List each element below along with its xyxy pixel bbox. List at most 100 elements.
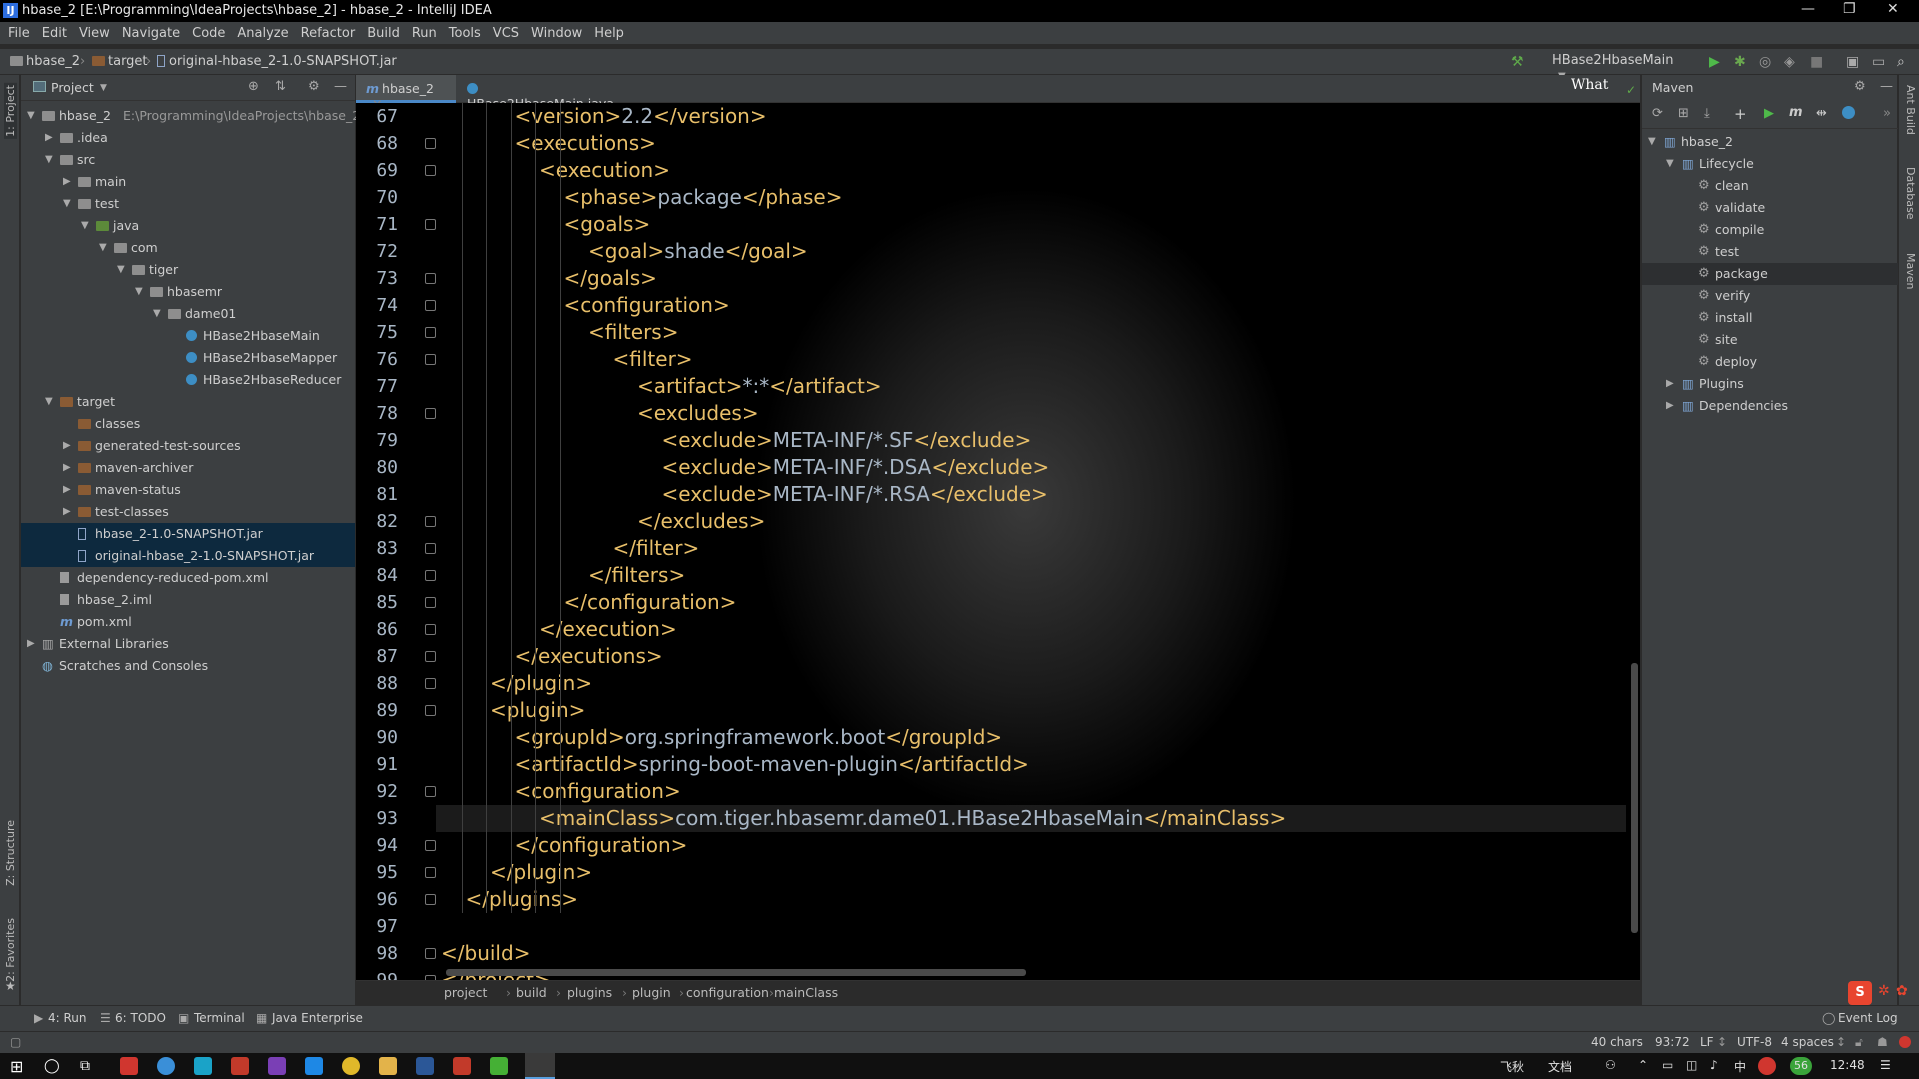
taskbar-chrome-icon[interactable] bbox=[342, 1057, 360, 1075]
tray-people-icon[interactable]: ⚇ bbox=[1605, 1058, 1616, 1072]
code-line[interactable]: </plugin> bbox=[490, 860, 592, 884]
terminal-tool-button[interactable]: Terminal bbox=[194, 1011, 245, 1025]
project-tree-item[interactable]: ▶ generated-test-sources bbox=[21, 435, 355, 457]
taskbar-app-icon[interactable] bbox=[194, 1057, 212, 1075]
code-line[interactable]: <mainClass>com.tiger.hbasemr.dame01.HBas… bbox=[539, 806, 1286, 830]
fold-marker-icon[interactable] bbox=[425, 300, 436, 311]
code-line[interactable]: </plugins> bbox=[466, 887, 579, 911]
nav-crumb-target[interactable]: target bbox=[92, 54, 148, 69]
chevron-down-icon[interactable]: ▼ bbox=[153, 308, 161, 319]
code-line[interactable]: </filters> bbox=[588, 563, 685, 587]
search-icon[interactable]: ⌕ bbox=[1897, 54, 1905, 70]
nav-crumb-jar[interactable]: original-hbase_2-1.0-SNAPSHOT.jar bbox=[157, 54, 397, 69]
tray-badge[interactable]: 56 bbox=[1790, 1057, 1812, 1075]
fold-marker-icon[interactable] bbox=[425, 840, 436, 851]
project-tree-item[interactable]: ◍ Scratches and Consoles bbox=[21, 655, 355, 677]
fold-marker-icon[interactable] bbox=[425, 570, 436, 581]
chevron-down-icon[interactable]: ▼ bbox=[27, 110, 35, 121]
tray-volume-icon[interactable]: ♪ bbox=[1710, 1058, 1718, 1072]
reload-icon[interactable]: ⟳ bbox=[1652, 106, 1663, 121]
menu-window[interactable]: Window bbox=[531, 26, 582, 41]
coverage-icon[interactable]: ◎ bbox=[1759, 54, 1771, 70]
project-tree-item[interactable]: hbase_2-1.0-SNAPSHOT.jar bbox=[21, 523, 355, 545]
hide-panel-icon[interactable]: — bbox=[1880, 79, 1893, 94]
chevron-down-icon[interactable]: ▼ bbox=[1666, 158, 1674, 169]
project-tree-item[interactable]: HBase2HbaseMain bbox=[21, 325, 355, 347]
ant-build-tool-button[interactable]: Ant Build bbox=[1904, 85, 1917, 135]
code-line[interactable]: </plugin> bbox=[490, 671, 592, 695]
debug-bug-icon[interactable]: ✱ bbox=[1734, 54, 1746, 70]
fold-marker-icon[interactable] bbox=[425, 516, 436, 527]
event-log-button[interactable]: Event Log bbox=[1838, 1011, 1898, 1025]
code-line[interactable]: <configuration> bbox=[564, 293, 730, 317]
maven-tree-item[interactable]: ▶ ▥ Dependencies bbox=[1642, 395, 1898, 417]
project-tree-item[interactable]: ▼ com bbox=[21, 237, 355, 259]
todo-tool-button[interactable]: 6: TODO bbox=[115, 1011, 166, 1025]
taskbar-wechat-icon[interactable] bbox=[490, 1057, 508, 1075]
chevron-down-icon[interactable]: ▼ bbox=[135, 286, 143, 297]
project-tree-item[interactable]: ▶ maven-status bbox=[21, 479, 355, 501]
project-tree-item[interactable]: dependency-reduced-pom.xml bbox=[21, 567, 355, 589]
breadcrumb-plugin[interactable]: plugin bbox=[632, 985, 671, 1000]
code-line[interactable]: </build> bbox=[441, 941, 530, 965]
chevron-down-icon[interactable]: ▼ bbox=[99, 242, 107, 253]
maven-tree-item[interactable]: ▼ ▥ hbase_2 bbox=[1642, 131, 1898, 153]
maven-tree-item[interactable]: ⚙ clean bbox=[1642, 175, 1898, 197]
project-tree-item[interactable]: ▼ hbasemr bbox=[21, 281, 355, 303]
toggle-offline-icon[interactable]: ⇹ bbox=[1816, 106, 1827, 121]
add-icon[interactable]: + bbox=[1734, 105, 1747, 123]
horizontal-scrollbar[interactable] bbox=[446, 969, 1026, 976]
minimize-icon[interactable]: — bbox=[1801, 1, 1815, 17]
tray-battery-icon[interactable]: ▭ bbox=[1662, 1058, 1673, 1072]
editor-tab-main-java[interactable]: HBase2HbaseMain.java × bbox=[457, 75, 633, 126]
maven-tool-button[interactable]: Maven bbox=[1904, 253, 1917, 289]
maven-tree-item[interactable]: ⚙ compile bbox=[1642, 219, 1898, 241]
locate-icon[interactable]: ⊕ bbox=[248, 79, 259, 94]
project-tree-item[interactable]: original-hbase_2-1.0-SNAPSHOT.jar bbox=[21, 545, 355, 567]
execute-goal-icon[interactable]: m bbox=[1789, 105, 1803, 120]
breadcrumb-mainclass[interactable]: mainClass bbox=[774, 985, 838, 1000]
close-icon[interactable]: ✕ bbox=[1887, 1, 1899, 17]
fold-marker-icon[interactable] bbox=[425, 327, 436, 338]
code-line[interactable]: <phase>package</phase> bbox=[564, 185, 843, 209]
fold-marker-icon[interactable] bbox=[425, 408, 436, 419]
project-tree-item[interactable]: m pom.xml bbox=[21, 611, 355, 633]
taskbar-word-icon[interactable] bbox=[416, 1057, 434, 1075]
code-line[interactable]: <exclude>META-INF/*.DSA</exclude> bbox=[662, 455, 1050, 479]
project-tool-button[interactable]: 1: Project bbox=[4, 83, 17, 139]
code-line[interactable]: <plugin> bbox=[490, 698, 585, 722]
code-line[interactable]: <artifactId>spring-boot-maven-plugin</ar… bbox=[515, 752, 1029, 776]
project-tree-item[interactable]: ▼ java bbox=[21, 215, 355, 237]
chevron-right-icon[interactable]: ▶ bbox=[63, 462, 71, 473]
project-tree-item[interactable]: ▼ target bbox=[21, 391, 355, 413]
action-center-icon[interactable]: ☰ bbox=[1880, 1058, 1891, 1072]
code-line[interactable]: </configuration> bbox=[515, 833, 688, 857]
code-line[interactable]: <exclude>META-INF/*.SF</exclude> bbox=[662, 428, 1032, 452]
nav-crumb-project[interactable]: hbase_2 bbox=[10, 54, 80, 69]
chevron-down-icon[interactable]: ▼ bbox=[63, 198, 71, 209]
java-enterprise-tool-button[interactable]: Java Enterprise bbox=[272, 1011, 363, 1025]
menu-edit[interactable]: Edit bbox=[42, 26, 67, 41]
project-tree-item[interactable]: ▼ tiger bbox=[21, 259, 355, 281]
menu-refactor[interactable]: Refactor bbox=[301, 26, 356, 41]
fold-marker-icon[interactable] bbox=[425, 705, 436, 716]
code-editor[interactable]: 67 68 69 70 71 72 73 74 75 76 77 78 79 80 81 82 83 84 85 86… bbox=[356, 103, 1640, 980]
menu-run[interactable]: Run bbox=[412, 26, 437, 41]
maven-tree-item[interactable]: ⚙ install bbox=[1642, 307, 1898, 329]
task-view-icon[interactable]: ⧉ bbox=[80, 1058, 90, 1074]
menu-code[interactable]: Code bbox=[192, 26, 225, 41]
cortana-icon[interactable]: ◯ bbox=[44, 1058, 60, 1074]
fold-marker-icon[interactable] bbox=[425, 624, 436, 635]
menu-vcs[interactable]: VCS bbox=[493, 26, 519, 41]
fold-marker-icon[interactable] bbox=[425, 678, 436, 689]
layout-icon[interactable]: ▭ bbox=[1872, 54, 1885, 70]
chevron-right-icon[interactable]: ▶ bbox=[45, 132, 53, 143]
code-line[interactable]: <artifact>*:*</artifact> bbox=[637, 374, 882, 398]
run-icon[interactable]: ▶ bbox=[1764, 106, 1774, 121]
fold-marker-icon[interactable] bbox=[425, 165, 436, 176]
code-line[interactable]: </filter> bbox=[613, 536, 700, 560]
fold-marker-icon[interactable] bbox=[425, 867, 436, 878]
project-tree-item[interactable]: ▼ hbase_2 E:\Programming\IdeaProjects\hbas… bbox=[21, 105, 360, 127]
code-line[interactable]: <excludes> bbox=[637, 401, 759, 425]
editor-tab-pom[interactable]: mhbase_2 × bbox=[356, 75, 456, 111]
